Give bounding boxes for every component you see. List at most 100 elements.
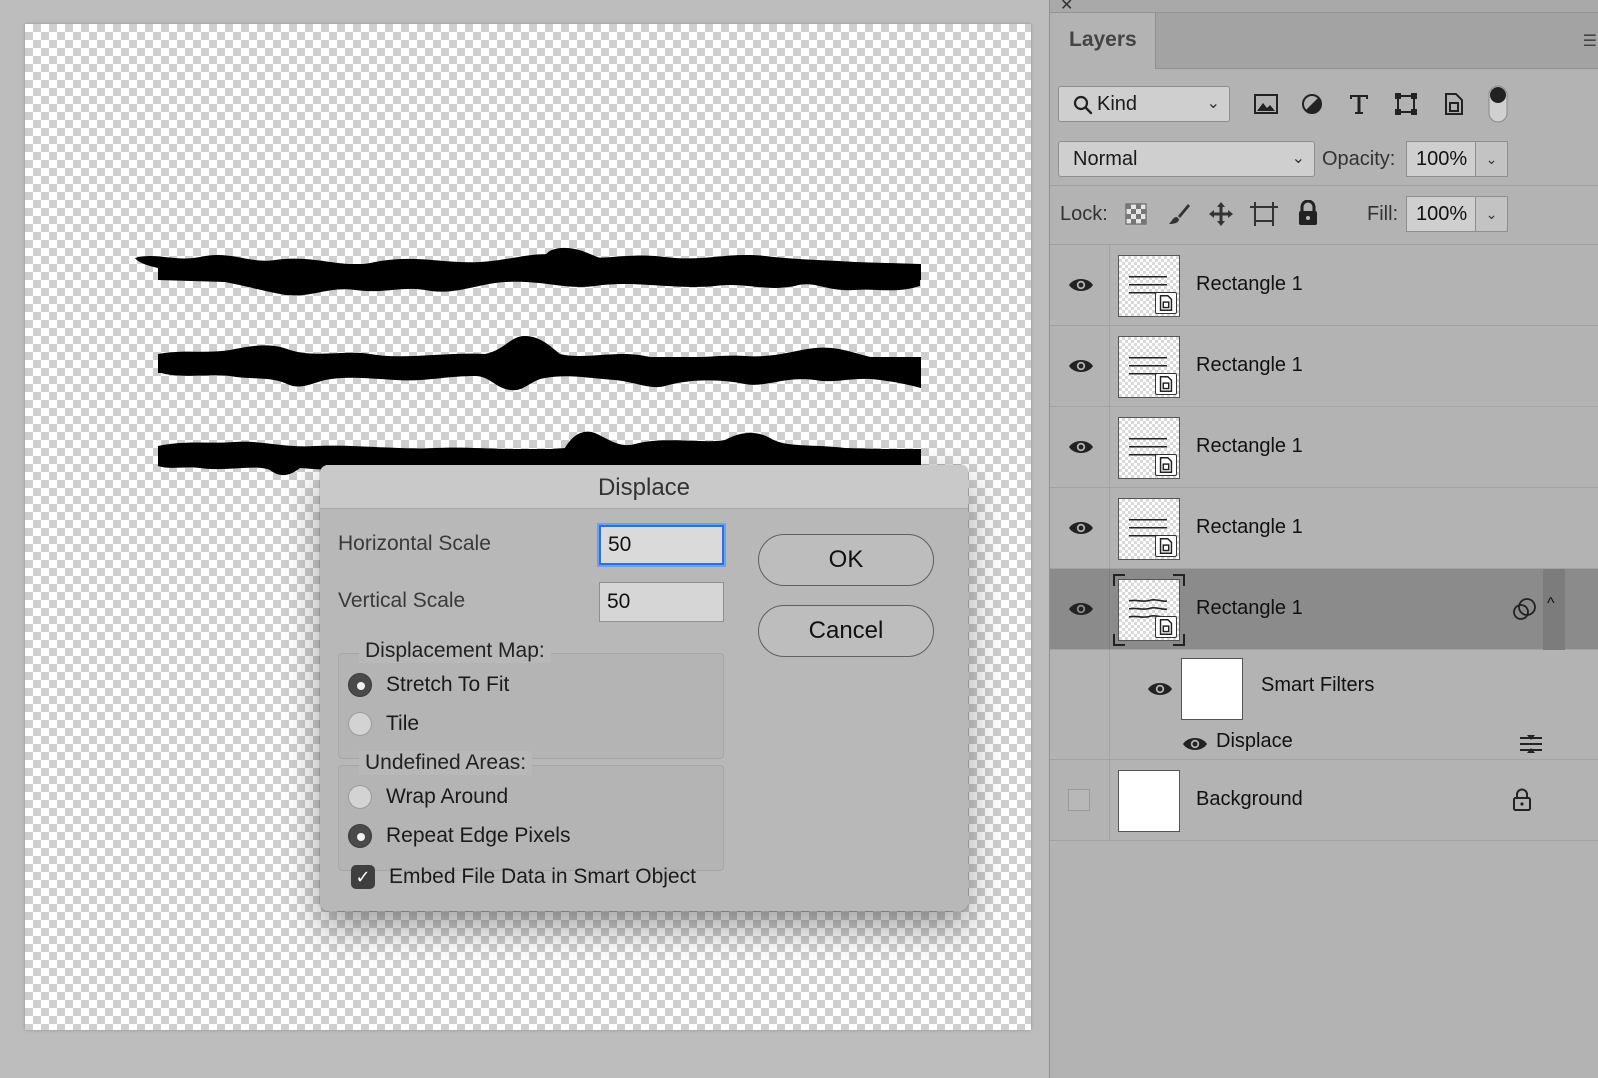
repeat-edge-pixels-label: Repeat Edge Pixels — [386, 824, 571, 847]
ok-button[interactable]: OK — [758, 534, 934, 586]
torn-stroke-1 — [135, 247, 921, 296]
horizontal-scale-input[interactable] — [599, 525, 724, 565]
layer-name: Background — [1196, 788, 1303, 810]
smart-filters-label: Smart Filters — [1261, 674, 1375, 696]
opacity-dropdown-icon[interactable]: ⌄ — [1476, 141, 1508, 177]
tab-layers[interactable]: Layers — [1050, 13, 1156, 69]
layer-row[interactable]: Rectangle 1 — [1050, 407, 1598, 488]
displacement-map-legend: Displacement Map: — [359, 639, 551, 663]
layer-thumbnail — [1118, 579, 1180, 641]
visibility-toggle-empty[interactable] — [1068, 789, 1090, 811]
lock-icon — [1513, 788, 1531, 811]
embed-file-data-label: Embed File Data in Smart Object — [389, 865, 696, 888]
visibility-column — [1050, 760, 1110, 840]
eye-icon[interactable] — [1182, 735, 1208, 753]
undefined-areas-group — [338, 765, 724, 871]
shape-filter-icon[interactable] — [1392, 90, 1420, 118]
stretch-to-fit-radio-row[interactable]: Stretch To Fit — [348, 670, 509, 700]
image-filter-icon[interactable] — [1252, 90, 1280, 118]
smart-object-badge-icon — [1155, 616, 1177, 638]
torn-stroke-2 — [158, 336, 921, 391]
visibility-column — [1050, 326, 1110, 406]
embed-file-data-row[interactable]: ✓ Embed File Data in Smart Object — [351, 862, 696, 892]
blend-mode-value: Normal — [1073, 148, 1138, 170]
visibility-column — [1050, 650, 1110, 760]
fill-dropdown-icon[interactable]: ⌄ — [1476, 196, 1508, 232]
type-filter-icon[interactable] — [1345, 90, 1373, 118]
opacity-label: Opacity: — [1322, 148, 1396, 170]
wrap-around-radio[interactable] — [348, 785, 372, 809]
smart-object-badge-icon — [1155, 535, 1177, 557]
embed-file-data-checkbox[interactable]: ✓ — [351, 865, 375, 889]
smart-object-filter-icon[interactable] — [1440, 90, 1468, 118]
stretch-to-fit-label: Stretch To Fit — [386, 673, 510, 696]
layer-name: Rectangle 1 — [1196, 516, 1303, 538]
filter-blending-options-icon[interactable] — [1518, 734, 1544, 754]
cancel-button[interactable]: Cancel — [758, 605, 934, 657]
vertical-scale-input[interactable] — [599, 582, 724, 622]
smart-filter-mask-thumbnail[interactable] — [1181, 658, 1243, 720]
opacity-input[interactable]: 100% — [1406, 141, 1476, 177]
vertical-scale-label: Vertical Scale — [338, 589, 466, 612]
layer-name: Rectangle 1 — [1196, 273, 1303, 295]
filter-toggle-icon[interactable] — [1484, 84, 1512, 124]
lock-position-icon[interactable] — [1207, 200, 1235, 228]
wrap-around-label: Wrap Around — [386, 785, 509, 808]
eye-icon[interactable] — [1068, 519, 1094, 537]
smart-object-badge-icon — [1155, 292, 1177, 314]
filter-kind-value: Kind — [1097, 93, 1138, 115]
fill-input[interactable]: 100% — [1406, 196, 1476, 232]
eye-icon[interactable] — [1068, 276, 1094, 294]
repeat-edge-pixels-radio-row[interactable]: Repeat Edge Pixels — [348, 821, 570, 851]
layers-panel: ✕ Layers ☰ Kind ⌄ Normal ⌄ Opacity: 100%… — [1049, 0, 1598, 1078]
smart-object-badge-icon — [1155, 454, 1177, 476]
collapse-filters-toggle[interactable]: ^ — [1543, 569, 1565, 650]
layer-thumbnail — [1118, 255, 1180, 317]
smart-filter-indicator-icon — [1513, 598, 1536, 620]
chevron-down-icon: ⌄ — [1291, 150, 1305, 167]
tile-radio[interactable] — [348, 712, 372, 736]
layer-row[interactable]: Rectangle 1 — [1050, 245, 1598, 326]
layer-thumbnail — [1118, 336, 1180, 398]
panel-title-bar: ✕ — [1050, 0, 1598, 14]
chevron-down-icon: ⌄ — [1206, 95, 1220, 112]
fill-label: Fill: — [1367, 203, 1399, 225]
lock-all-icon[interactable] — [1294, 199, 1322, 227]
layer-row[interactable]: Rectangle 1 — [1050, 488, 1598, 569]
tile-radio-row[interactable]: Tile — [348, 709, 419, 739]
panel-tab-strip: Layers ☰ — [1050, 13, 1598, 69]
layer-name: Rectangle 1 — [1196, 354, 1303, 376]
lock-image-pixels-icon[interactable] — [1165, 200, 1193, 228]
visibility-column — [1050, 488, 1110, 568]
wrap-around-radio-row[interactable]: Wrap Around — [348, 782, 508, 812]
undefined-areas-legend: Undefined Areas: — [359, 751, 533, 775]
chevron-up-icon: ^ — [1547, 595, 1555, 612]
eye-icon[interactable] — [1068, 438, 1094, 456]
layer-thumbnail — [1118, 417, 1180, 479]
lock-transparent-pixels-icon[interactable] — [1122, 200, 1150, 228]
layer-row-background[interactable]: Background — [1050, 760, 1598, 841]
eye-icon[interactable] — [1068, 600, 1094, 618]
visibility-column — [1050, 407, 1110, 487]
smart-object-badge-icon — [1155, 373, 1177, 395]
layer-name: Rectangle 1 — [1196, 597, 1303, 619]
visibility-column — [1050, 245, 1110, 325]
layer-row-selected[interactable]: Rectangle 1 ^ — [1050, 569, 1598, 650]
filter-kind-select[interactable]: Kind ⌄ — [1058, 86, 1230, 122]
adjustment-filter-icon[interactable] — [1298, 90, 1326, 118]
lock-artboard-icon[interactable] — [1250, 200, 1278, 228]
layer-row[interactable]: Rectangle 1 — [1050, 326, 1598, 407]
smart-filters-group: Smart Filters Displace — [1050, 650, 1598, 760]
displace-filter-label[interactable]: Displace — [1216, 730, 1293, 753]
eye-icon[interactable] — [1147, 680, 1173, 698]
visibility-column — [1050, 569, 1110, 649]
layer-name: Rectangle 1 — [1196, 435, 1303, 457]
repeat-edge-pixels-radio[interactable] — [348, 824, 372, 848]
displace-dialog: Displace Horizontal Scale Vertical Scale… — [320, 465, 968, 911]
displacement-map-group — [338, 653, 724, 759]
search-icon — [1073, 95, 1093, 115]
panel-menu-icon[interactable]: ☰ — [1583, 31, 1597, 51]
eye-icon[interactable] — [1068, 357, 1094, 375]
stretch-to-fit-radio[interactable] — [348, 673, 372, 697]
blend-mode-select[interactable]: Normal ⌄ — [1058, 141, 1315, 177]
